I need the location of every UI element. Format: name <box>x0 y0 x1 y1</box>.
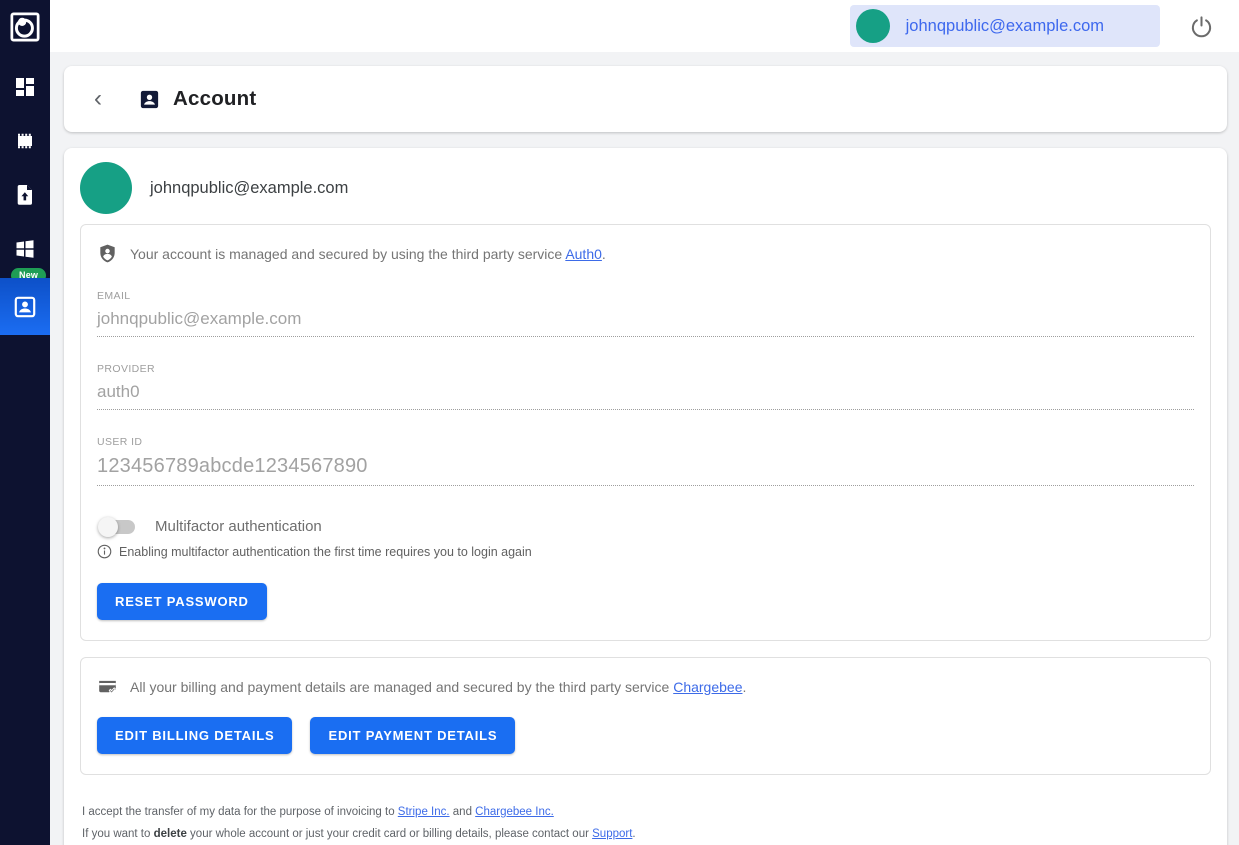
account-card: johnqpublic@example.com Your account is … <box>64 148 1227 845</box>
legal-text: I accept the transfer of my data for the… <box>80 801 1211 845</box>
user-email: johnqpublic@example.com <box>906 17 1104 36</box>
shield-person-icon <box>97 243 118 264</box>
auth-notice-text: Your account is managed and secured by u… <box>130 246 565 262</box>
reset-password-button[interactable]: RESET PASSWORD <box>97 583 267 620</box>
email-field-label: EMAIL <box>97 290 1194 302</box>
app-logo-icon[interactable] <box>0 0 50 54</box>
avatar <box>80 162 132 214</box>
sidebar-item-dashboard[interactable] <box>0 60 50 114</box>
chargebee-link[interactable]: Chargebee <box>673 679 742 695</box>
stamp-icon <box>13 129 37 153</box>
sidebar-item-stamp[interactable] <box>0 114 50 168</box>
account-box-icon <box>12 294 38 320</box>
provider-field: PROVIDER auth0 <box>97 363 1194 410</box>
file-upload-icon <box>13 183 37 207</box>
legal-line-2: If you want to delete your whole account… <box>82 823 1209 845</box>
sidebar-item-account[interactable] <box>0 278 50 335</box>
user-id-field: USER ID 123456789abcde1234567890 <box>97 436 1194 486</box>
auth-notice: Your account is managed and secured by u… <box>97 243 1194 264</box>
stripe-link[interactable]: Stripe Inc. <box>398 806 450 818</box>
provider-field-label: PROVIDER <box>97 363 1194 375</box>
chargebee-inc-link[interactable]: Chargebee Inc. <box>475 806 554 818</box>
main-content: ‹ Account johnqpublic@example.com <box>50 52 1239 845</box>
auth0-link[interactable]: Auth0 <box>565 246 602 262</box>
account-box-icon <box>138 88 161 111</box>
avatar <box>856 9 890 43</box>
billing-buttons: EDIT BILLING DETAILS EDIT PAYMENT DETAIL… <box>97 697 1194 754</box>
sidebar-item-windows[interactable]: New <box>0 222 50 276</box>
billing-notice: All your billing and payment details are… <box>97 676 1194 697</box>
page-title: Account <box>173 87 256 111</box>
mfa-row: Multifactor authentication <box>97 518 1194 535</box>
profile-row: johnqpublic@example.com <box>80 156 1211 224</box>
profile-email: johnqpublic@example.com <box>150 179 348 198</box>
legal-line-1: I accept the transfer of my data for the… <box>82 801 1209 823</box>
mfa-hint: Enabling multifactor authentication the … <box>97 544 1194 559</box>
sidebar: New <box>0 0 50 845</box>
back-button[interactable]: ‹ <box>78 79 118 119</box>
mfa-hint-text: Enabling multifactor authentication the … <box>119 545 532 559</box>
info-icon <box>97 544 112 559</box>
email-field: EMAIL johnqpublic@example.com <box>97 290 1194 337</box>
dashboard-icon <box>13 75 37 99</box>
user-id-field-label: USER ID <box>97 436 1194 448</box>
support-link[interactable]: Support <box>592 828 632 840</box>
topbar: johnqpublic@example.com <box>50 0 1239 52</box>
user-id-field-value: 123456789abcde1234567890 <box>97 455 1194 478</box>
email-field-value: johnqpublic@example.com <box>97 309 1194 329</box>
windows-icon <box>13 237 37 261</box>
auth-section: Your account is managed and secured by u… <box>80 224 1211 641</box>
mfa-toggle[interactable] <box>101 520 135 534</box>
page-header: ‹ Account <box>64 66 1227 132</box>
logout-button[interactable] <box>1190 15 1213 38</box>
sidebar-item-file-upload[interactable] <box>0 168 50 222</box>
credit-card-icon <box>97 676 118 697</box>
billing-section: All your billing and payment details are… <box>80 657 1211 775</box>
provider-field-value: auth0 <box>97 382 1194 402</box>
edit-billing-details-button[interactable]: EDIT BILLING DETAILS <box>97 717 292 754</box>
mfa-label: Multifactor authentication <box>155 518 322 535</box>
user-account-chip[interactable]: johnqpublic@example.com <box>850 5 1160 47</box>
billing-notice-text: All your billing and payment details are… <box>130 679 673 695</box>
power-icon <box>1190 15 1213 38</box>
edit-payment-details-button[interactable]: EDIT PAYMENT DETAILS <box>310 717 515 754</box>
